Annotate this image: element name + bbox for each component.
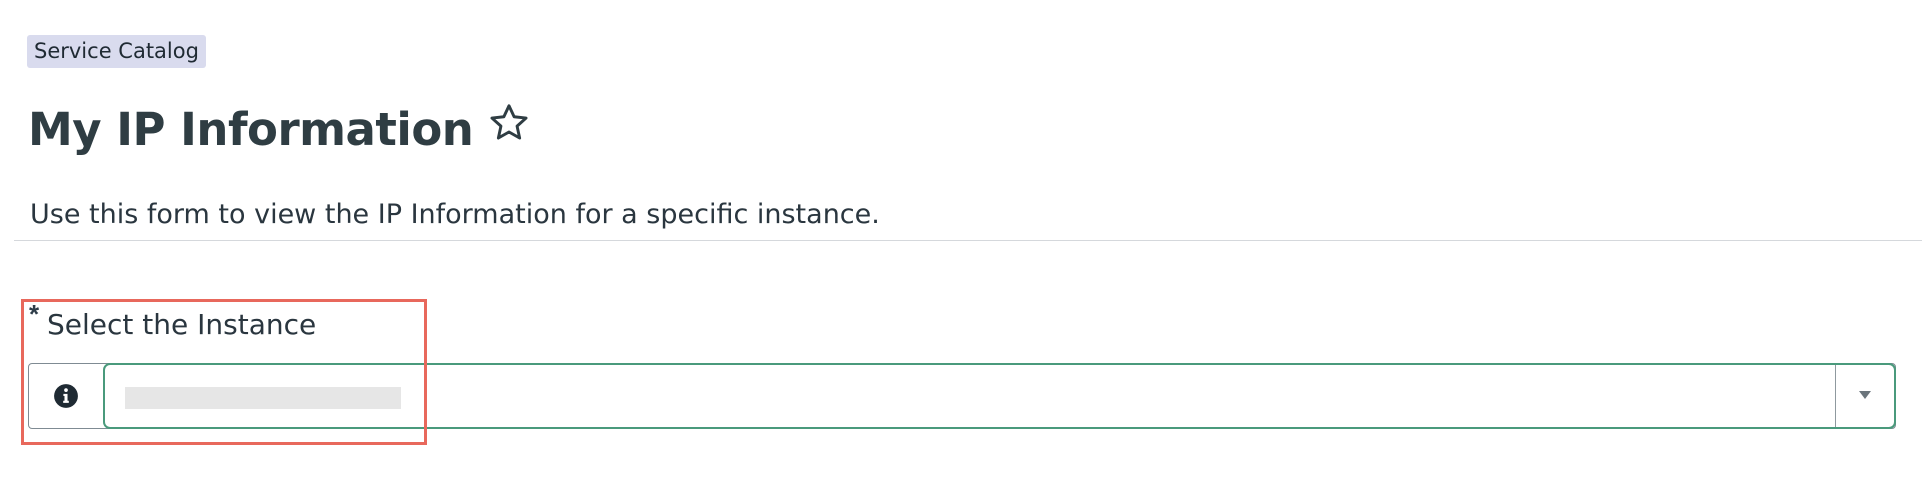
form-description: Use this form to view the IP Information…	[30, 199, 880, 230]
star-icon[interactable]	[487, 101, 531, 145]
page-title: My IP Information	[28, 103, 474, 156]
breadcrumb-item-service-catalog[interactable]: Service Catalog	[34, 39, 199, 63]
instance-select-group	[28, 363, 1896, 429]
required-indicator: *	[29, 299, 40, 329]
header-divider	[14, 240, 1922, 241]
instance-select-value	[125, 387, 401, 409]
caret-down-icon	[1858, 387, 1872, 405]
page-header: My IP Information	[28, 100, 531, 160]
instance-label: Select the Instance	[47, 308, 317, 341]
instance-select[interactable]	[103, 363, 1896, 429]
info-icon[interactable]	[29, 364, 103, 428]
dropdown-toggle[interactable]	[1835, 365, 1894, 427]
breadcrumb[interactable]: Service Catalog	[27, 35, 206, 68]
